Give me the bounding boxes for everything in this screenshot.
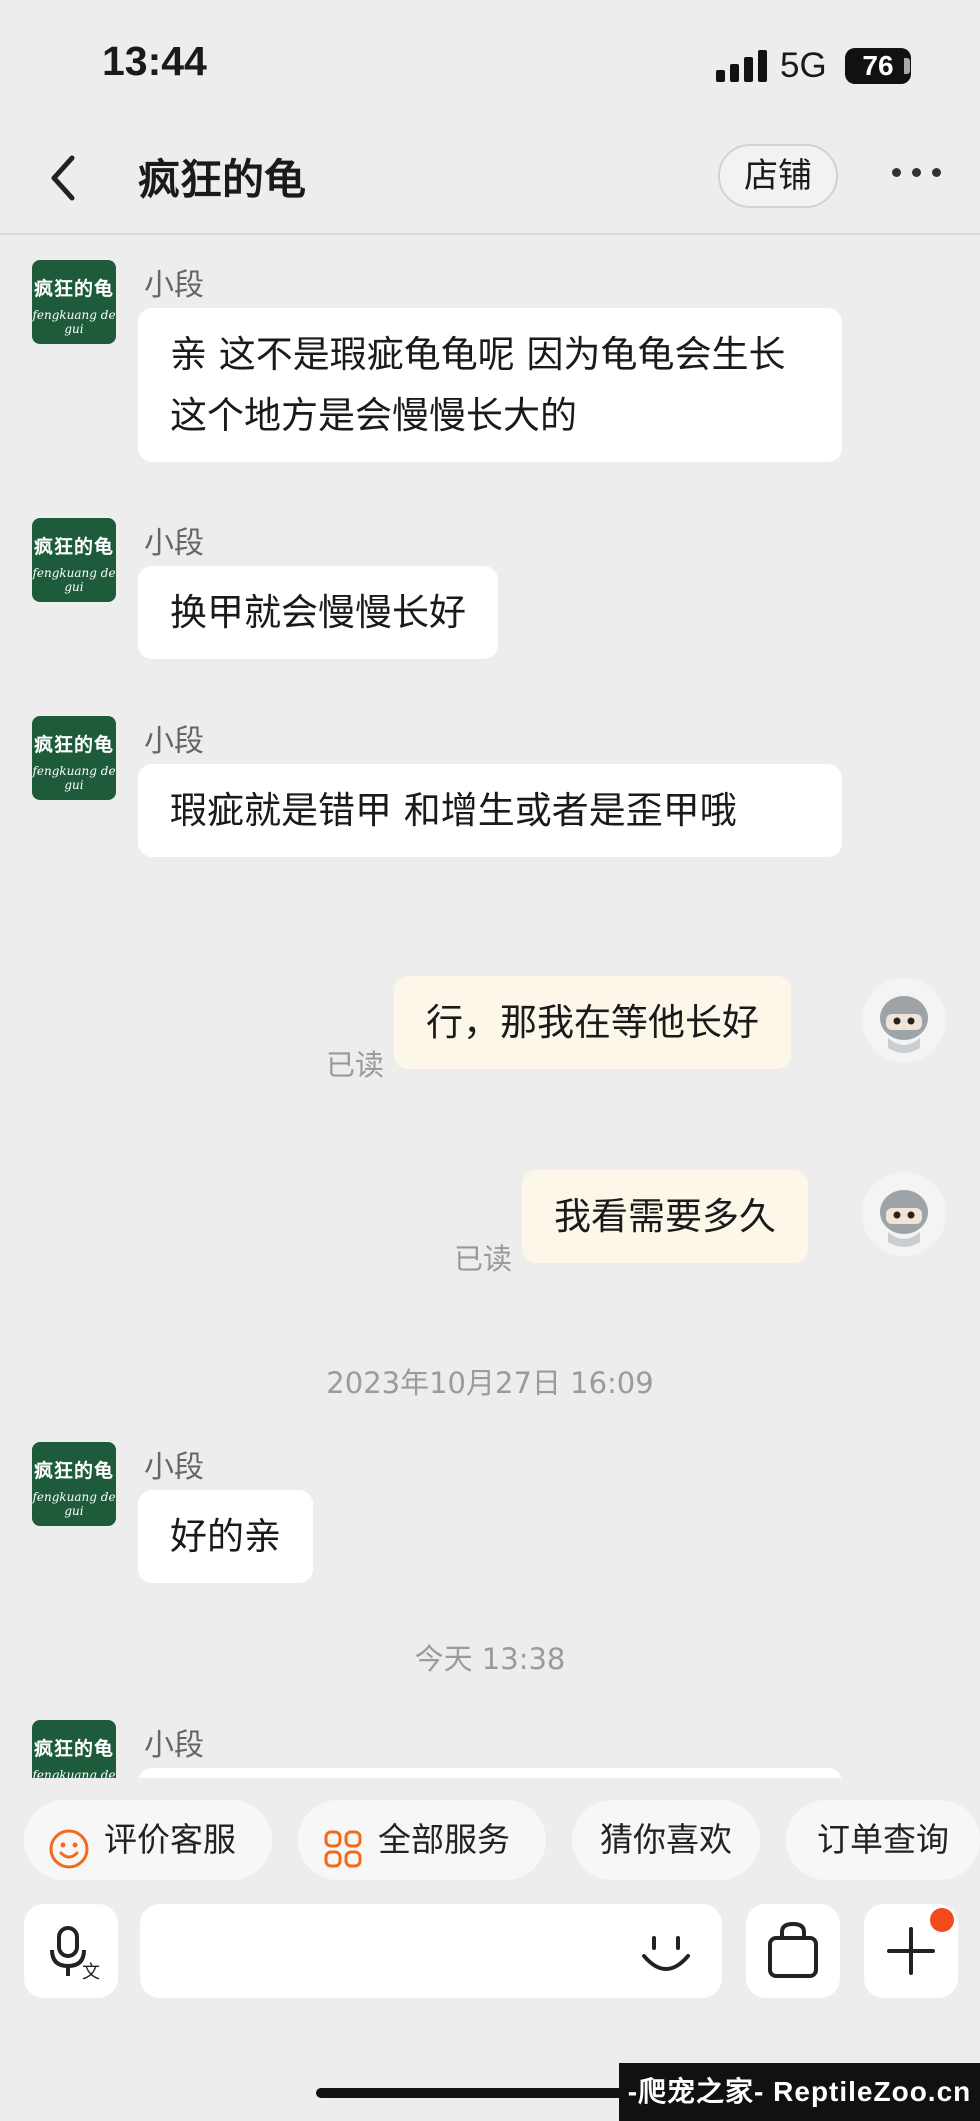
emoji-button[interactable] (636, 1922, 696, 1982)
microphone-icon: 文 (50, 1926, 100, 1983)
chip-label: 全部服务 (378, 1820, 510, 1859)
sender-name: 小段 (144, 724, 204, 759)
notification-dot (930, 1908, 954, 1932)
shop-avatar-subtext: fengkuang de gui (32, 566, 116, 594)
shopping-bag-icon (768, 1921, 818, 1978)
message-list[interactable]: 疯狂的龟 fengkuang de gui 小段 亲 这不是瑕疵龟龟呢 因为龟龟… (0, 236, 980, 1778)
my-message-bubble[interactable]: 行，那我在等他长好 (394, 976, 791, 1069)
shop-avatar[interactable]: 疯狂的龟 fengkuang de gui (32, 1442, 116, 1526)
shop-avatar[interactable]: 疯狂的龟 fengkuang de gui (32, 260, 116, 344)
shop-avatar[interactable]: 疯狂的龟 fengkuang de gui (32, 1720, 116, 1778)
voice-input-button[interactable]: 文 (24, 1904, 118, 1998)
timestamp: 2023年10月27日 16:09 (326, 1366, 654, 1400)
chip-label: 评价客服 (104, 1820, 236, 1859)
status-bar: 13:44 5G 76 (0, 0, 980, 130)
shop-avatar-subtext: fengkuang de gui (32, 308, 116, 336)
emoji-icon (642, 1936, 690, 1971)
shop-avatar-text: 疯狂的龟 (33, 734, 114, 756)
home-indicator[interactable] (316, 2088, 664, 2098)
guess-you-like-chip[interactable]: 猜你喜欢 (572, 1800, 760, 1880)
shop-avatar-text: 疯狂的龟 (33, 1738, 114, 1760)
shop-avatar-text: 疯狂的龟 (33, 536, 114, 558)
read-status: 已读 (454, 1242, 513, 1276)
shop-avatar[interactable]: 疯狂的龟 fengkuang de gui (32, 518, 116, 602)
user-avatar[interactable] (862, 1172, 946, 1256)
shop-avatar-text: 疯狂的龟 (33, 1460, 114, 1482)
input-bar: 文 (0, 1904, 980, 2000)
shop-button[interactable]: 店铺 (718, 144, 838, 208)
shop-avatar-subtext: fengkuang de gui (32, 764, 116, 792)
user-avatar[interactable] (862, 978, 946, 1062)
message-bubble[interactable]: 换甲就会慢慢长好 (138, 566, 498, 659)
chat-title: 疯狂的龟 (138, 155, 307, 204)
message-bubble[interactable]: 好的亲 (138, 1490, 313, 1583)
back-icon[interactable] (44, 148, 84, 208)
bag-button[interactable] (746, 1904, 840, 1998)
svg-text:文: 文 (82, 1962, 100, 1983)
timestamp: 今天 13:38 (414, 1642, 566, 1676)
watermark: -爬宠之家- ReptileZoo.cn (619, 2063, 980, 2121)
message-bubble[interactable] (138, 1768, 842, 1778)
quick-actions-bar: 评价客服 全部服务 猜你喜欢 订单查询 (0, 1800, 980, 1880)
sender-name: 小段 (144, 526, 204, 561)
shop-avatar[interactable]: 疯狂的龟 fengkuang de gui (32, 716, 116, 800)
signal-icon (716, 50, 768, 82)
chip-label: 订单查询 (817, 1820, 949, 1859)
chip-label: 猜你喜欢 (600, 1820, 732, 1859)
read-status: 已读 (326, 1048, 385, 1082)
battery-icon: 76 (845, 48, 911, 84)
message-input[interactable] (140, 1904, 722, 1998)
grid-icon (322, 1819, 364, 1868)
shop-avatar-subtext: fengkuang de gui (32, 1768, 116, 1778)
my-message-bubble[interactable]: 我看需要多久 (522, 1170, 808, 1263)
more-icon[interactable] (892, 168, 942, 180)
all-services-chip[interactable]: 全部服务 (298, 1800, 546, 1880)
sender-name: 小段 (144, 1728, 204, 1763)
order-query-chip[interactable]: 订单查询 (786, 1800, 980, 1880)
message-bubble[interactable]: 亲 这不是瑕疵龟龟呢 因为龟龟会生长 这个地方是会慢慢长大的 (138, 308, 842, 462)
sender-name: 小段 (144, 268, 204, 303)
sender-name: 小段 (144, 1450, 204, 1485)
rate-service-chip[interactable]: 评价客服 (24, 1800, 272, 1880)
shop-avatar-text: 疯狂的龟 (33, 278, 114, 300)
network-type: 5G (780, 46, 827, 85)
battery-tip (904, 58, 910, 74)
message-bubble[interactable]: 瑕疵就是错甲 和增生或者是歪甲哦 (138, 764, 842, 857)
chat-header: 疯狂的龟 店铺 (0, 130, 980, 235)
smile-icon (48, 1819, 90, 1869)
shop-avatar-subtext: fengkuang de gui (32, 1490, 116, 1518)
status-time: 13:44 (102, 38, 207, 84)
